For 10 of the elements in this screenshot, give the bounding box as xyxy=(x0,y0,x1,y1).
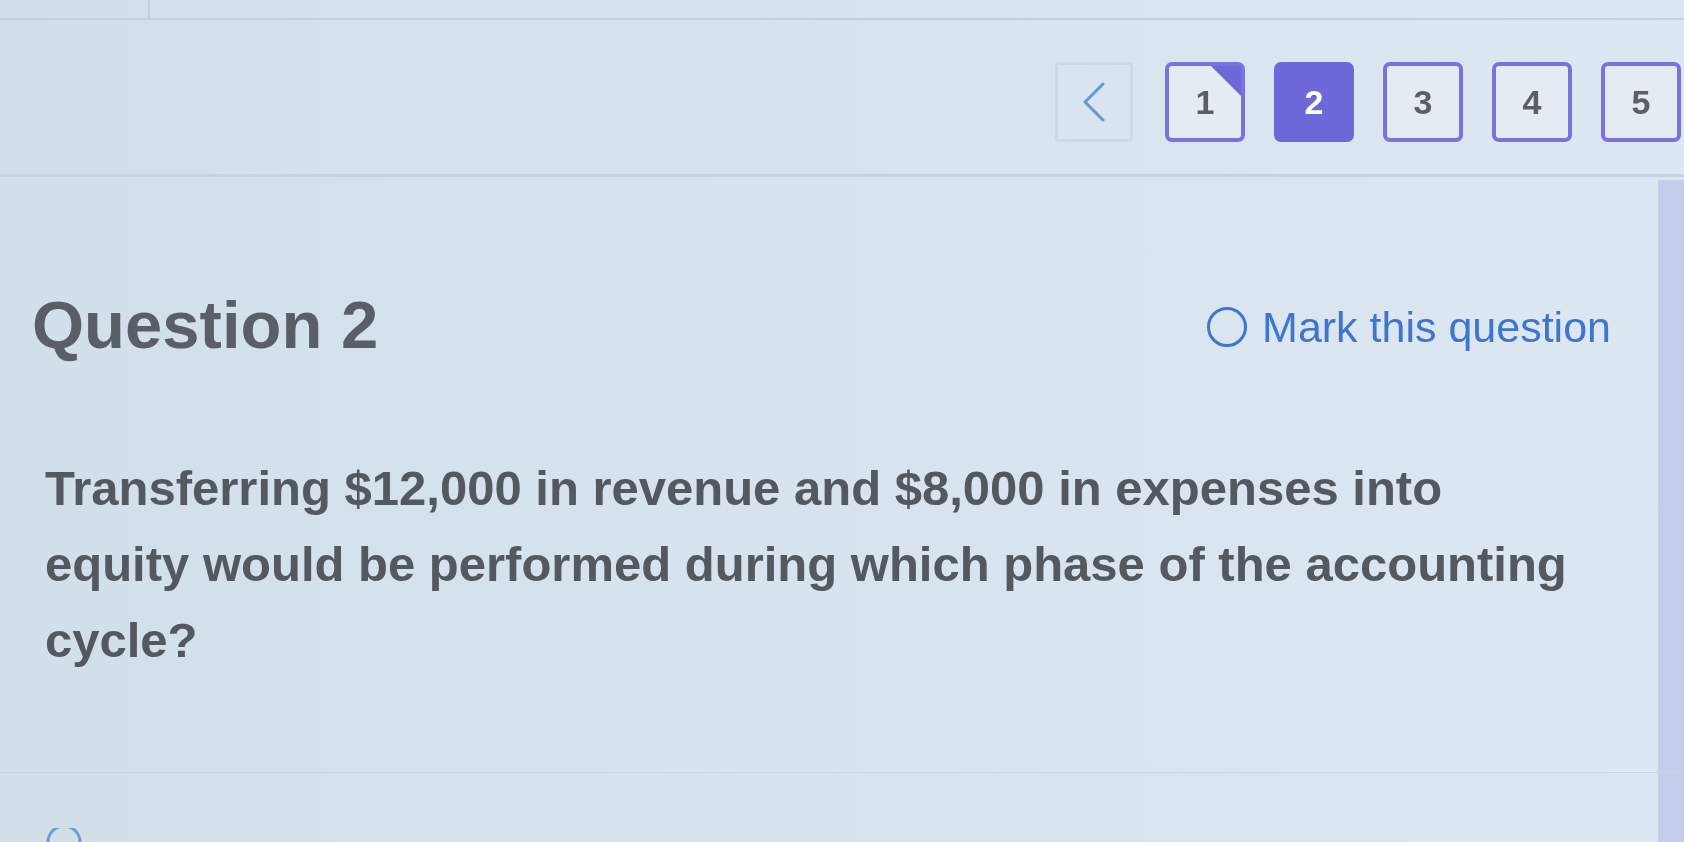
chevron-left-icon xyxy=(1083,82,1105,122)
page-number-button[interactable]: 3 xyxy=(1383,62,1463,142)
page-number-button[interactable]: 2 xyxy=(1274,62,1354,142)
radio-circle-icon xyxy=(1206,306,1249,349)
page-number-button[interactable]: 1 xyxy=(1165,62,1245,142)
previous-button[interactable] xyxy=(1055,62,1133,142)
page-number-button[interactable]: 4 xyxy=(1492,62,1572,142)
mark-question-toggle[interactable]: Mark this question xyxy=(1206,295,1611,360)
question-text: Transferring $12,000 in revenue and $8,000 in expenses into equity would be performed during which phase of the accounting cycle? xyxy=(45,459,1568,669)
page-number-button[interactable]: 5 xyxy=(1601,62,1681,142)
